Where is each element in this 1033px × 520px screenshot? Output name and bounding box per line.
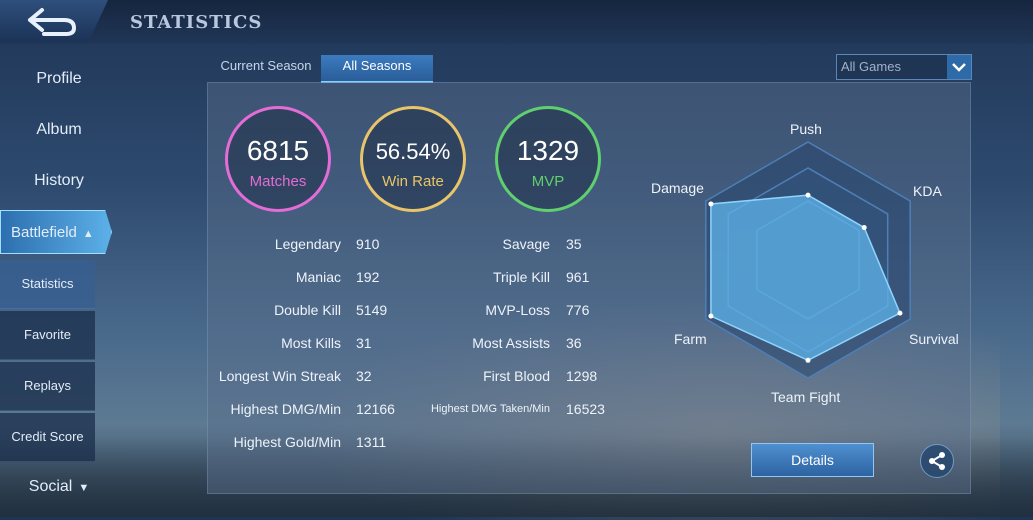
stat-value: 1311: [356, 434, 387, 450]
stat-value: 776: [566, 302, 590, 318]
sidebar-subitem-credit-score[interactable]: Credit Score: [0, 413, 95, 462]
back-button[interactable]: [0, 0, 108, 42]
stat-label: Savage: [502, 236, 550, 252]
stat-value: 12166: [356, 401, 395, 417]
tab-current-season[interactable]: Current Season: [212, 55, 320, 81]
stat-label: Highest Gold/Min: [233, 434, 341, 450]
radar-label-farm: Farm: [674, 331, 707, 347]
sidebar-item-battlefield[interactable]: Battlefield ▲: [0, 210, 112, 254]
back-arrow-icon: [28, 8, 76, 36]
share-button[interactable]: [920, 444, 954, 478]
chevron-down-icon: [947, 55, 971, 79]
chevron-up-icon: ▲: [82, 228, 94, 240]
winrate-value: 56.54%: [375, 139, 451, 164]
stat-label: Legendary: [274, 236, 341, 252]
performance-radar-chart: [705, 141, 911, 379]
stat-label: Highest DMG/Min: [230, 401, 341, 417]
stat-value: 910: [356, 236, 380, 252]
radar-point-damage: [708, 201, 714, 207]
mvp-label: MVP: [531, 173, 565, 190]
stat-label: Highest DMG Taken/Min: [430, 403, 550, 415]
stat-label: Triple Kill: [492, 269, 550, 285]
sidebar-item-history[interactable]: History: [0, 172, 118, 190]
mvp-circle: 1329 MVP: [495, 106, 601, 212]
radar-label-push: Push: [790, 121, 822, 137]
stat-value: 31: [356, 335, 372, 351]
stat-label: Most Assists: [472, 335, 550, 351]
stat-label: Longest Win Streak: [218, 368, 341, 384]
sidebar-item-social[interactable]: Social ▼: [0, 478, 118, 496]
stat-label: Most Kills: [281, 335, 341, 351]
stat-label: Double Kill: [274, 302, 341, 318]
radar-point-farm: [708, 313, 714, 319]
sidebar-item-album[interactable]: Album: [0, 121, 118, 139]
matches-count: 6815: [246, 135, 310, 166]
stat-label: First Blood: [483, 368, 550, 384]
radar-label-team-fight: Team Fight: [771, 389, 841, 405]
sidebar-subitem-statistics[interactable]: Statistics: [0, 260, 95, 309]
sidebar-item-profile[interactable]: Profile: [0, 70, 118, 88]
share-icon: [929, 452, 945, 470]
radar-label-kda: KDA: [913, 183, 942, 199]
winrate-circle: 56.54% Win Rate: [360, 106, 466, 212]
stat-label: Maniac: [295, 269, 341, 285]
radar-label-damage: Damage: [651, 180, 704, 196]
tab-all-seasons[interactable]: All Seasons: [321, 55, 433, 83]
stat-value: 36: [566, 335, 582, 351]
radar-point-survival: [897, 310, 903, 316]
sidebar-item-label: Social: [28, 478, 73, 495]
mvp-count: 1329: [516, 135, 580, 166]
stat-value: 35: [566, 236, 582, 252]
radar-label-survival: Survival: [909, 331, 959, 347]
chevron-down-icon: ▼: [78, 482, 90, 494]
stat-value: 961: [566, 269, 590, 285]
stat-value: 5149: [356, 302, 388, 318]
stat-value: 16523: [566, 401, 605, 417]
radar-point-kda: [861, 225, 867, 231]
stat-value: 192: [356, 269, 380, 285]
stat-label: MVP-Loss: [485, 302, 550, 318]
stat-value: 32: [356, 368, 372, 384]
radar-point-team-fight: [805, 357, 811, 363]
game-mode-selected: All Games: [841, 59, 901, 74]
radar-point-push: [805, 192, 811, 198]
top-bar: STATISTICS: [0, 0, 1033, 44]
page-title: STATISTICS: [130, 12, 263, 33]
sidebar-subitem-favorite[interactable]: Favorite: [0, 311, 95, 360]
details-button[interactable]: Details: [751, 443, 874, 477]
sidebar-subitem-replays[interactable]: Replays: [0, 362, 95, 411]
sidebar-item-label: Battlefield: [11, 224, 77, 241]
matches-circle: 6815 Matches: [225, 106, 331, 212]
winrate-label: Win Rate: [382, 173, 444, 190]
matches-label: Matches: [249, 173, 307, 190]
stat-value: 1298: [566, 368, 598, 384]
game-mode-select[interactable]: All Games: [836, 54, 972, 80]
